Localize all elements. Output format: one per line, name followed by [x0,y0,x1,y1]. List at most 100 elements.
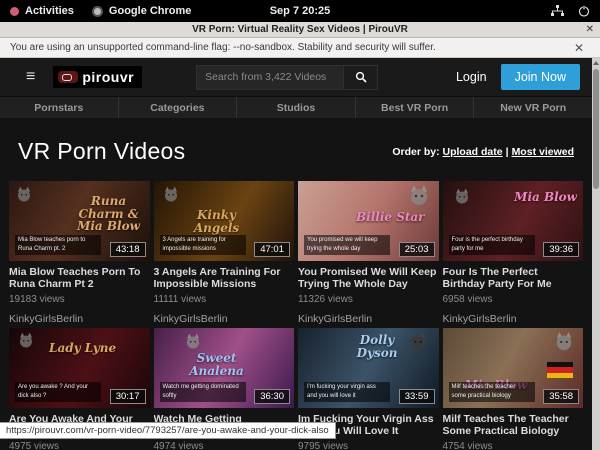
channel-watermark-cat-icon [453,187,471,205]
thumbnail-caption: Four is the perfect birthday party for m… [449,235,535,255]
site-header: ≡ pirouvr Login Join Now [0,58,592,96]
video-thumbnail[interactable]: Dolly Dyson I'm fucking your virgin ass … [298,328,439,408]
thumbnail-caption: Mia Blow teaches porn to Runa Charm pt. … [15,235,101,255]
duration-badge: 36:30 [254,389,290,404]
order-by-most-viewed-link[interactable]: Most viewed [512,146,574,158]
duration-badge: 33:59 [399,389,435,404]
channel-link[interactable]: KinkyGirlsBerlin [9,313,150,325]
video-thumbnail[interactable]: Lady Lyne Are you awake ? And your dick … [9,328,150,408]
search-input[interactable] [196,65,344,90]
video-title[interactable]: You Promised We Will Keep Trying The Who… [298,266,439,290]
view-count: 4975 views [9,441,150,450]
video-title[interactable]: Milf Teaches The Teacher Some Practical … [443,413,584,437]
search-button[interactable] [344,65,378,90]
video-card[interactable]: Kinky Angels 3 Angels are training for i… [154,181,295,325]
thumbnail-overlay-title: Billie Star [356,211,425,224]
order-by-controls: Order by: Upload date|Most viewed [392,146,574,158]
nav-item-best-vr-porn[interactable]: Best VR Porn [356,97,475,118]
thumbnail-overlay-title: Mia Blow [514,191,577,204]
video-title[interactable]: Four Is The Perfect Birthday Party For M… [443,266,584,290]
warning-close-icon[interactable]: ✕ [574,41,590,55]
nav-item-categories[interactable]: Categories [119,97,238,118]
video-title[interactable]: Mia Blow Teaches Porn To Runa Charm Pt 2 [9,266,150,290]
scroll-up-icon[interactable] [593,61,599,65]
page-scrollbar[interactable] [592,58,600,450]
desktop: Activities Google Chrome Sep 7 20:25 V [0,0,600,450]
order-by-label: Order by: [392,146,439,158]
thumbnail-caption: Watch me getting dominated softly [160,382,246,402]
view-count: 9795 views [298,441,439,450]
nav-item-pornstars[interactable]: Pornstars [0,97,119,118]
video-card[interactable]: Runa Charm & Mia Blow Mia Blow teaches p… [9,181,150,325]
order-by-upload-date-link[interactable]: Upload date [443,146,503,158]
search-bar [196,65,378,90]
clock[interactable]: Sep 7 20:25 [0,5,600,17]
duration-badge: 30:17 [110,389,146,404]
thumbnail-overlay-title: Kinky Angels [182,209,252,234]
vr-goggles-icon [58,71,78,83]
duration-badge: 47:01 [254,242,290,257]
channel-link[interactable]: KinkyGirlsBerlin [154,313,295,325]
channel-watermark-cat-icon [184,332,202,350]
tab-title[interactable]: VR Porn: Virtual Reality Sex Videos | Pi… [192,24,408,35]
nav-item-new-vr-porn[interactable]: New VR Porn [474,97,592,118]
join-now-button[interactable]: Join Now [501,64,580,90]
view-count: 19183 views [9,294,150,305]
view-count: 4754 views [443,441,584,450]
german-flag-icon [547,362,573,378]
video-card[interactable]: Mia Blow Four is the perfect birthday pa… [443,181,584,325]
site-logo-text: pirouvr [82,69,134,85]
thumbnail-overlay-title: Sweet Analena [182,352,252,377]
scrollbar-thumb[interactable] [593,69,599,189]
video-grid: Runa Charm & Mia Blow Mia Blow teaches p… [0,181,592,450]
network-icon[interactable] [551,5,564,17]
video-thumbnail[interactable]: Billie Star You promised we will keep tr… [298,181,439,261]
channel-watermark-cat-icon [407,183,431,207]
video-thumbnail[interactable]: Kinky Angels 3 Angels are training for i… [154,181,295,261]
order-separator: | [503,146,512,158]
thumbnail-caption: You promised we will keep trying the who… [304,235,390,255]
thumbnail-overlay-title: Runa Charm & Mia Blow [74,195,144,233]
browser-viewport: ≡ pirouvr Login Join Now [0,58,600,450]
channel-link[interactable]: KinkyGirlsBerlin [298,313,439,325]
nav-item-studios[interactable]: Studios [237,97,356,118]
video-thumbnail[interactable]: Sweet Analena Watch me getting dominated… [154,328,295,408]
channel-watermark-cat-icon [553,330,575,352]
warning-message: You are using an unsupported command-lin… [10,42,574,53]
thumbnail-overlay-title: Dolly Dyson [342,334,412,359]
browser-title-bar: VR Porn: Virtual Reality Sex Videos | Pi… [0,22,600,38]
duration-badge: 35:58 [543,389,579,404]
video-title[interactable]: 3 Angels Are Training For Impossible Mis… [154,266,295,290]
browser-warning-bar: You are using an unsupported command-lin… [0,38,600,58]
channel-watermark-cat-icon [162,185,180,203]
view-count: 4974 views [154,441,295,450]
view-count: 11326 views [298,294,439,305]
view-count: 11111 views [154,294,295,305]
thumbnail-caption: 3 Angels are training for impossible mis… [160,235,246,255]
site-logo[interactable]: pirouvr [53,66,142,88]
channel-watermark-cat-icon [15,185,33,203]
tab-close-icon[interactable]: ✕ [586,22,594,37]
duration-badge: 43:18 [110,242,146,257]
thumbnail-overlay-title: Lady Lyne [49,342,116,355]
hovered-link-url: https://pirouvr.com/vr-porn-video/779325… [6,425,329,436]
hamburger-menu-icon[interactable]: ≡ [26,68,35,86]
page-title: VR Porn Videos [18,138,185,165]
channel-watermark-cat-icon [17,331,35,349]
channel-link[interactable]: KinkyGirlsBerlin [443,313,584,325]
thumbnail-caption: I'm fucking your virgin ass and you will… [304,382,390,402]
link-status-bar: https://pirouvr.com/vr-porn-video/779325… [0,422,336,439]
duration-badge: 25:03 [399,242,435,257]
login-link[interactable]: Login [456,70,487,84]
search-icon [355,71,367,83]
thumbnail-caption: Are you awake ? And your dick also ? [15,382,101,402]
power-icon[interactable] [578,5,590,17]
video-card[interactable]: Mia Blow Milf teaches the teacher some p… [443,328,584,450]
video-thumbnail[interactable]: Runa Charm & Mia Blow Mia Blow teaches p… [9,181,150,261]
video-card[interactable]: Billie Star You promised we will keep tr… [298,181,439,325]
view-count: 6958 views [443,294,584,305]
video-thumbnail[interactable]: Mia Blow Four is the perfect birthday pa… [443,181,584,261]
system-top-bar: Activities Google Chrome Sep 7 20:25 [0,0,600,22]
duration-badge: 39:36 [543,242,579,257]
video-thumbnail[interactable]: Mia Blow Milf teaches the teacher some p… [443,328,584,408]
